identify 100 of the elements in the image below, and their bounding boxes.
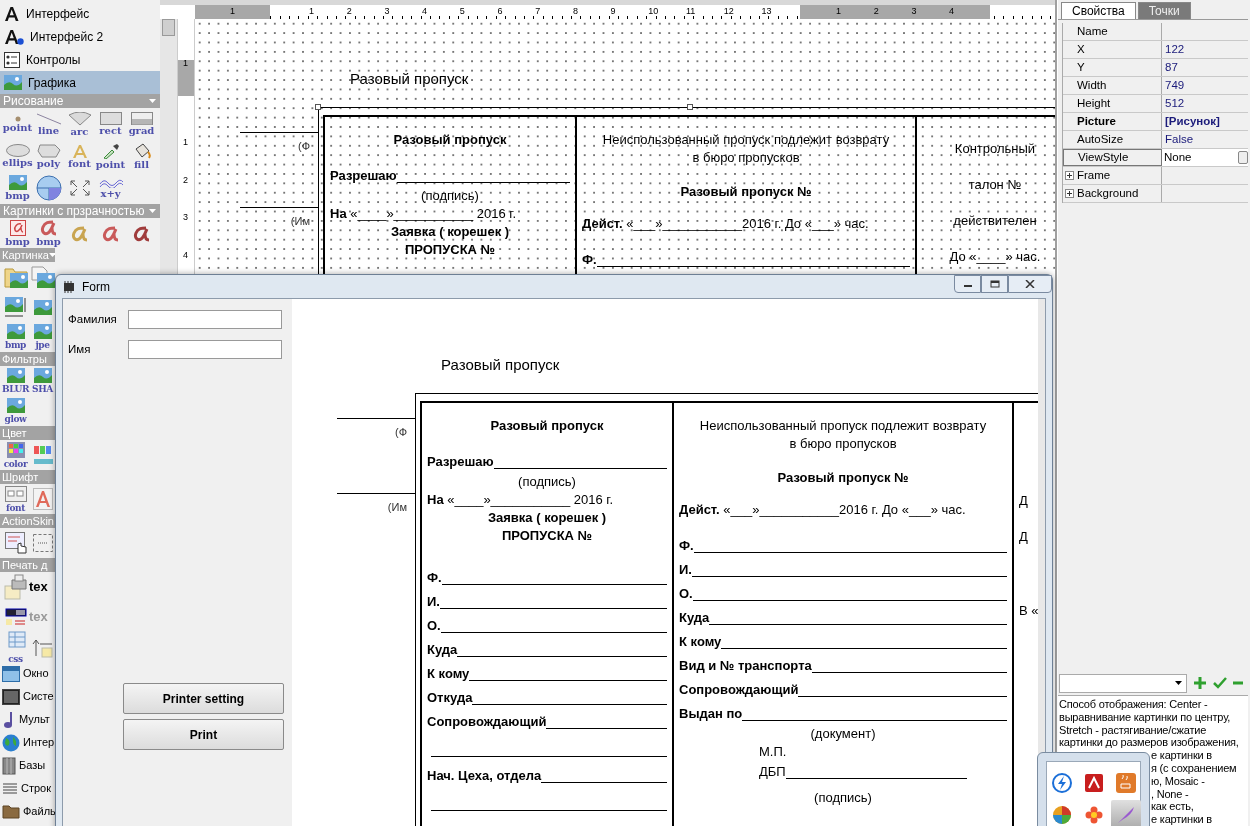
palette-item[interactable]: Интерфейс 2: [0, 25, 160, 48]
tool-button[interactable]: bmp: [2, 218, 33, 248]
property-group[interactable]: Frame: [1063, 167, 1162, 184]
form-text: в бюро пропусков: [691, 149, 801, 167]
form-text: (подпись): [517, 473, 577, 491]
tool-button[interactable]: BLUR: [2, 366, 29, 396]
dashed-frame-icon: [31, 533, 54, 553]
image-icon: [4, 75, 22, 90]
form-text: в бюро пропусков: [788, 435, 898, 453]
form-heading: Заявка ( корешек ): [486, 509, 608, 527]
document-title: Разовый пропуск: [350, 71, 470, 87]
dropdown-arrow-icon: [149, 99, 156, 103]
palette-item[interactable]: Систе: [0, 685, 55, 708]
tool-button[interactable]: font: [64, 140, 95, 172]
design-canvas[interactable]: [195, 19, 1055, 275]
maximize-button[interactable]: [981, 275, 1008, 293]
palette-item[interactable]: Контролы: [0, 48, 160, 71]
property-value[interactable]: False: [1165, 133, 1194, 145]
tool-button[interactable]: ellips: [2, 140, 33, 172]
tool-button[interactable]: poly: [33, 140, 64, 172]
tool-button[interactable]: css: [2, 632, 29, 662]
ruler-number: 9: [610, 5, 616, 17]
tool-button[interactable]: grad: [126, 108, 157, 140]
panel-tab[interactable]: Точки: [1137, 2, 1191, 19]
tool-button[interactable]: point: [2, 108, 33, 140]
ruler-number: 1: [183, 136, 188, 149]
property-group[interactable]: Background: [1063, 185, 1162, 202]
scrollbar[interactable]: [160, 19, 178, 275]
palette-item[interactable]: Файль: [0, 800, 55, 823]
ellipsis-button[interactable]: [1238, 151, 1248, 164]
palette-item[interactable]: Интер: [0, 731, 55, 754]
font-icon: [4, 5, 20, 22]
window-title: Form: [82, 278, 110, 296]
dropdown-arrow-icon: [48, 253, 55, 257]
tool-button[interactable]: font: [2, 484, 29, 514]
tool-button[interactable]: bmp: [2, 172, 33, 204]
field-label: Выдан по: [679, 706, 743, 721]
resize-handle[interactable]: [687, 104, 693, 110]
tool-button[interactable]: jpe: [29, 322, 56, 352]
palette-item[interactable]: Интерфейс: [0, 2, 160, 25]
palette-item[interactable]: Графика: [0, 71, 160, 94]
ruler-number: 10: [648, 5, 659, 17]
caption-text: (Им: [387, 501, 407, 513]
palette-item[interactable]: Базы: [0, 754, 55, 777]
tool-button[interactable]: bmp: [33, 218, 64, 248]
database-icon: [2, 756, 16, 775]
tool-button[interactable]: arc: [64, 108, 95, 140]
description-text: е картинки в: [1151, 813, 1212, 826]
tool-button[interactable]: x+y: [95, 172, 126, 204]
form-button[interactable]: Printer setting: [123, 683, 284, 714]
ruler-number: 4: [422, 5, 428, 17]
dropdown-field[interactable]: [1059, 673, 1187, 693]
field-label: Ф.: [679, 538, 694, 553]
ruler-number: 1: [183, 57, 188, 70]
property-value[interactable]: 749: [1165, 79, 1185, 91]
property-editor[interactable]: None: [1162, 149, 1248, 166]
field-label: Разрешаю: [330, 168, 397, 183]
field-label: К кому: [427, 666, 470, 681]
property-name: Y: [1063, 59, 1162, 76]
tool-label[interactable]: tex: [29, 577, 55, 597]
palette-item[interactable]: Окно: [0, 662, 55, 685]
description-text: как есть,: [1151, 800, 1194, 813]
tool-button[interactable]: line: [33, 108, 64, 140]
tool-button[interactable]: SHA: [29, 366, 56, 396]
flower-icon: [1084, 806, 1103, 824]
form-text: До «____» час.: [949, 249, 1041, 264]
panel-tab[interactable]: Свойства: [1061, 2, 1136, 19]
property-value[interactable]: 87: [1165, 61, 1178, 73]
form-text: действителен: [953, 213, 1037, 228]
palette-item[interactable]: Строк: [0, 777, 55, 800]
ruler-number: 4: [949, 5, 955, 17]
field-label: Сопровождающий: [679, 682, 799, 697]
alpha-icon: [39, 219, 58, 236]
close-button[interactable]: [1008, 275, 1052, 293]
tool-button[interactable]: point: [95, 140, 126, 172]
tool-button[interactable]: glow: [2, 396, 29, 426]
tool-button[interactable]: fill: [126, 140, 157, 172]
text-input[interactable]: [128, 310, 282, 329]
tool-button[interactable]: bmp: [2, 322, 29, 352]
document-title: Разовый пропуск: [441, 357, 561, 373]
tool-button[interactable]: color: [2, 440, 29, 470]
minimize-button[interactable]: [954, 275, 981, 293]
property-name: Picture: [1063, 113, 1162, 130]
property-value[interactable]: [Рисунок]: [1165, 115, 1220, 127]
tool-button[interactable]: rect: [95, 108, 126, 140]
property-value[interactable]: 122: [1165, 43, 1185, 55]
form-text: Дейст. «___»___________2016 г. До «___» час.: [582, 215, 870, 233]
description-text: ю, Mosaic -: [1151, 774, 1205, 787]
tray-button[interactable]: [1110, 800, 1141, 826]
resize-handle[interactable]: [315, 104, 321, 110]
scroll-thumb[interactable]: [162, 19, 175, 36]
palette-item[interactable]: Мульт: [0, 708, 55, 731]
ruler-number: 2: [346, 5, 352, 17]
polygon-icon: [36, 143, 61, 158]
property-value[interactable]: 512: [1165, 97, 1185, 109]
form-button[interactable]: Print: [123, 719, 284, 750]
text-input[interactable]: [128, 340, 282, 359]
property-name: Height: [1063, 95, 1162, 112]
ruler-number: 11: [686, 5, 696, 17]
image-icon: [6, 324, 25, 339]
